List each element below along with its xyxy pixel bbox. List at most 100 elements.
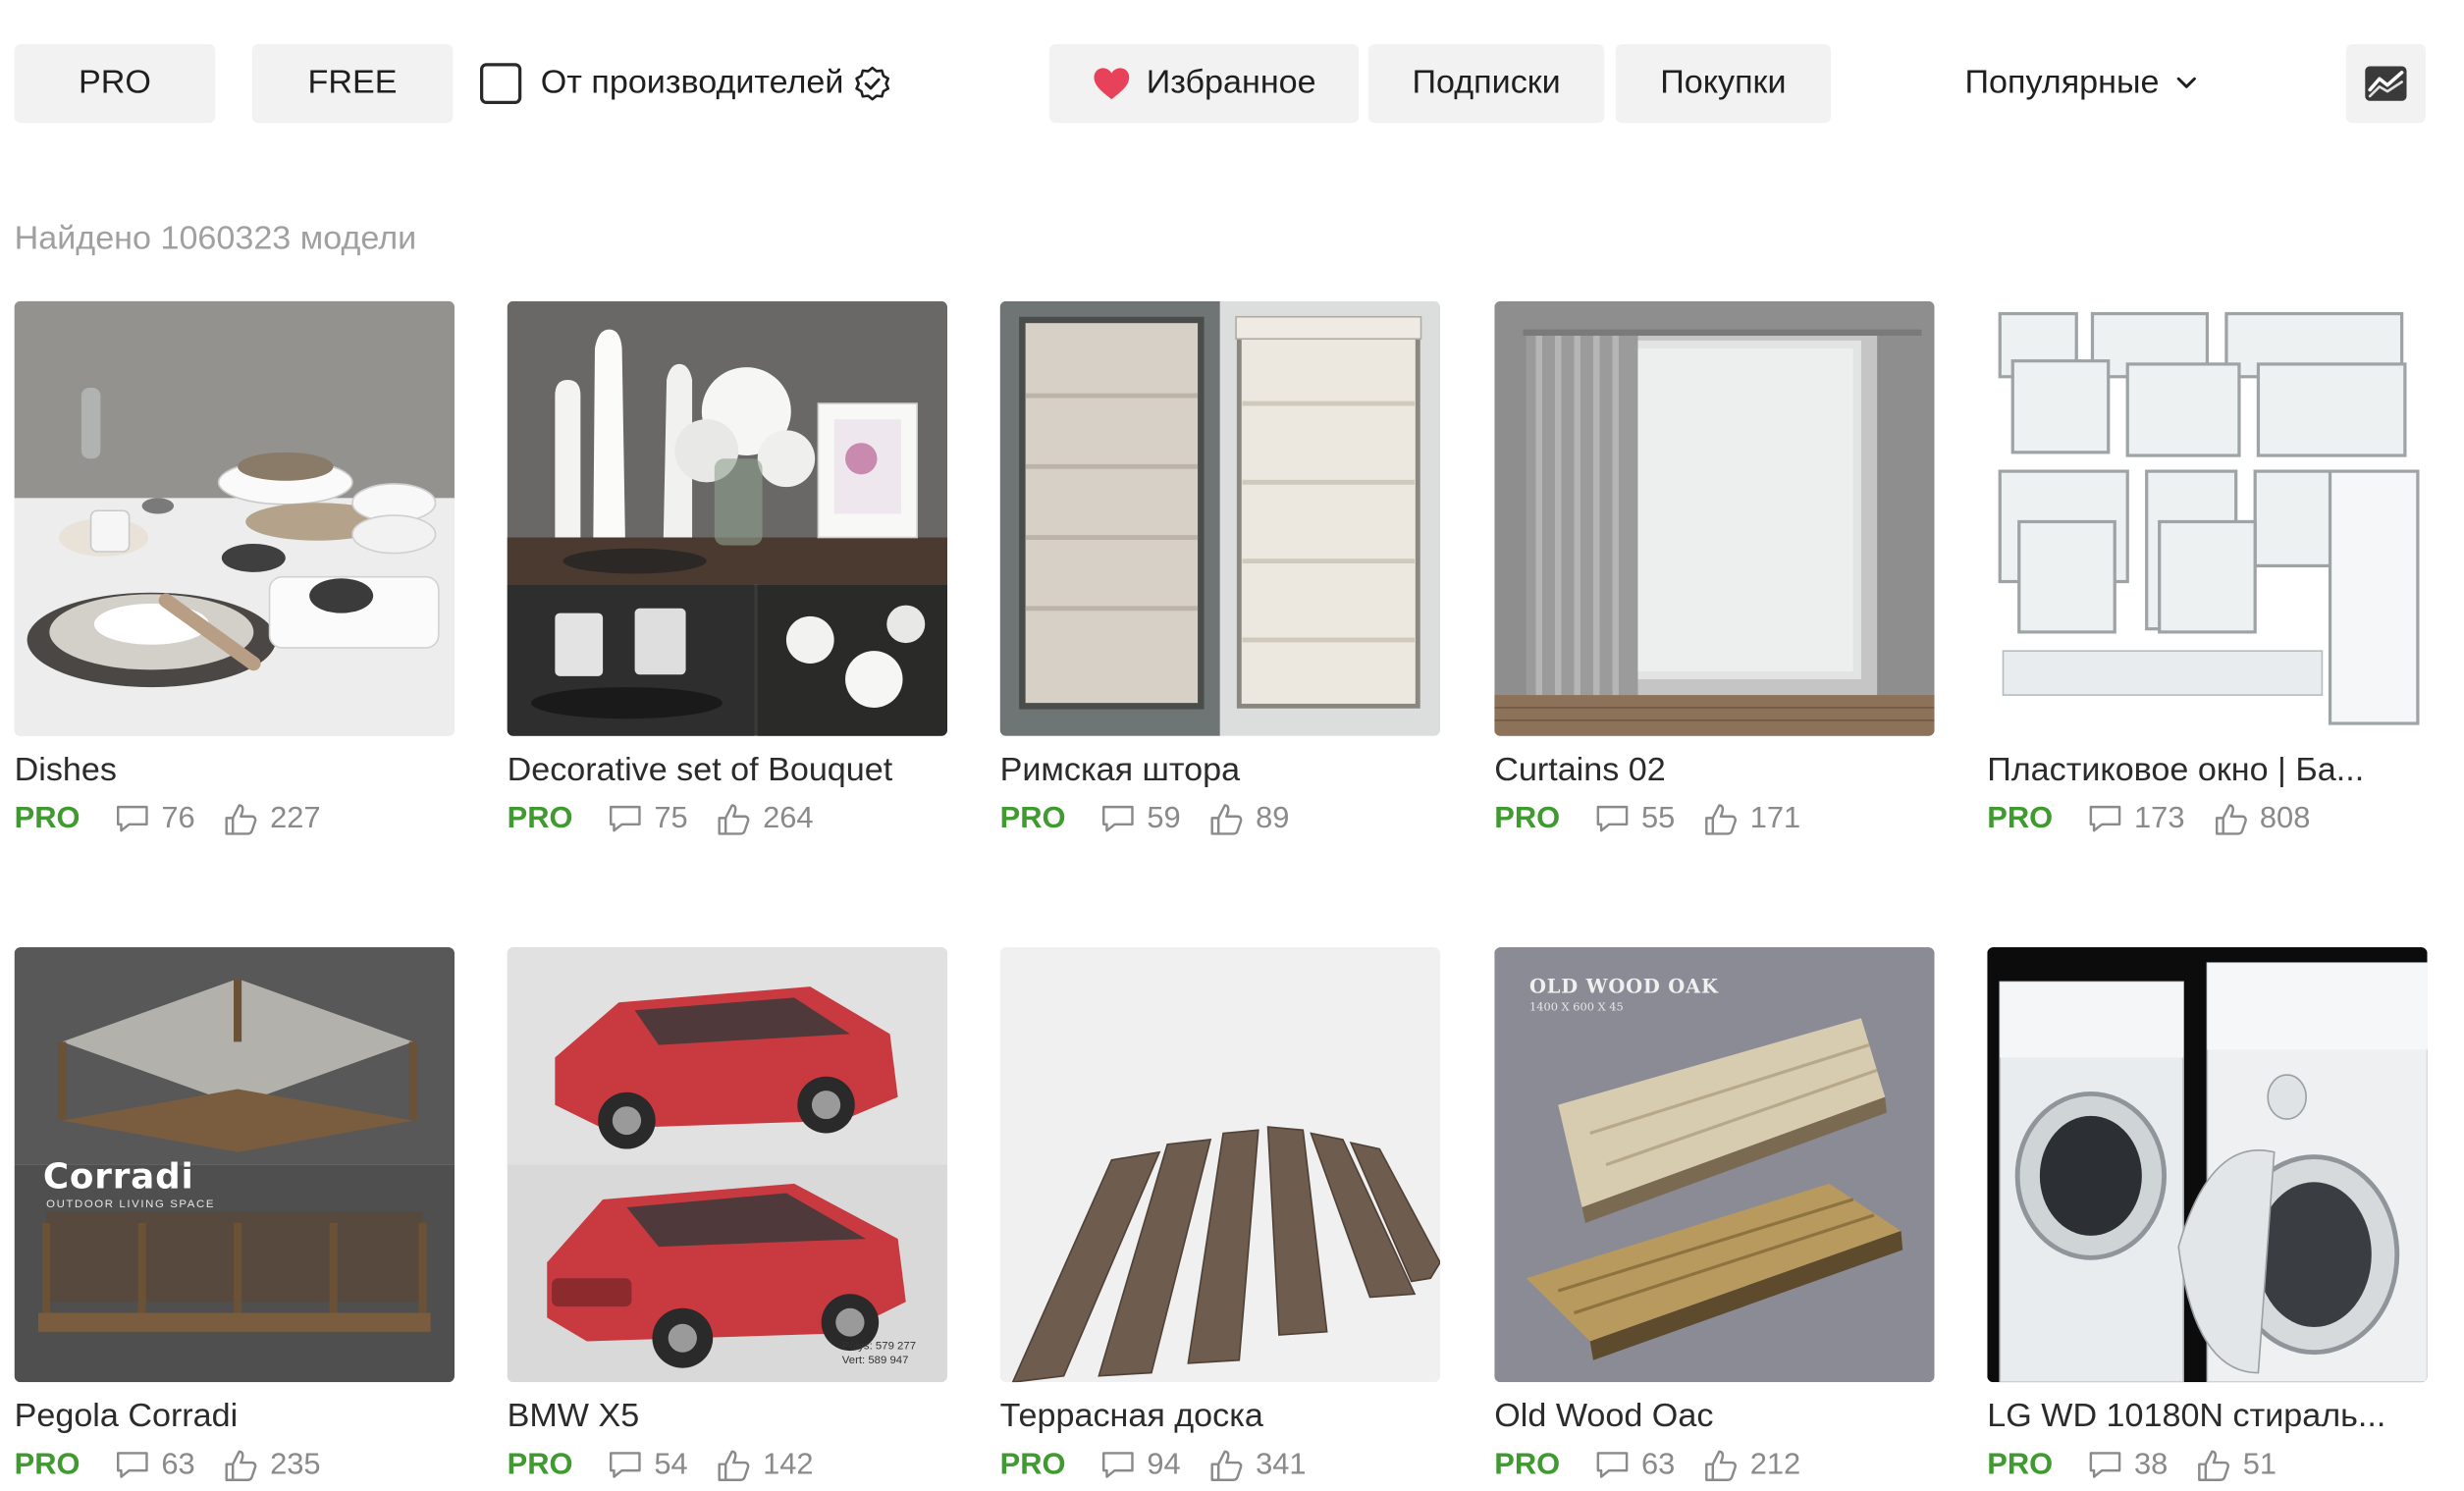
like-icon bbox=[717, 1449, 763, 1483]
model-thumbnail[interactable] bbox=[999, 947, 1441, 1383]
model-card[interactable]: Пластиковое окно | Ба... PRO 173 808 bbox=[1987, 300, 2428, 837]
model-thumbnail[interactable] bbox=[1494, 300, 1935, 736]
model-meta: PRO 55 171 bbox=[1494, 802, 1934, 836]
model-meta: PRO 75 264 bbox=[508, 802, 947, 836]
purchases-label: Покупки bbox=[1660, 64, 1787, 101]
model-thumbnail[interactable]: OLD WOOD OAK 1400 X 600 X 45 bbox=[1494, 947, 1935, 1383]
pro-badge: PRO bbox=[1494, 802, 1561, 836]
model-meta: PRO 63 212 bbox=[1494, 1449, 1934, 1483]
model-title[interactable]: BMW X5 bbox=[508, 1398, 947, 1436]
image-verts-text: Vert: 589 947 bbox=[841, 1355, 909, 1367]
sort-label: Популярные bbox=[1964, 64, 2160, 101]
purchases-button[interactable]: Покупки bbox=[1615, 43, 1832, 124]
pro-badge: PRO bbox=[999, 1448, 1066, 1482]
comment-count: 59 bbox=[1147, 802, 1181, 836]
model-meta: PRO 59 89 bbox=[1000, 802, 1440, 836]
pro-badge: PRO bbox=[14, 802, 80, 836]
pro-badge: PRO bbox=[999, 802, 1066, 836]
comment-count: 55 bbox=[1641, 802, 1676, 836]
like-count: 51 bbox=[2242, 1448, 2277, 1482]
model-title[interactable]: Террасная доска bbox=[1000, 1398, 1440, 1436]
model-thumbnail[interactable] bbox=[1987, 300, 2428, 736]
model-card[interactable]: Римская штора PRO 59 89 bbox=[999, 300, 1441, 837]
catalog-page: PRO FREE От производителей Избранное Под… bbox=[0, 0, 2464, 1491]
image-polys-text: Polys: 579 277 bbox=[841, 1341, 917, 1353]
comment-icon bbox=[115, 1450, 161, 1481]
like-icon bbox=[1704, 802, 1750, 836]
comment-icon bbox=[1595, 1450, 1641, 1481]
model-meta: PRO 94 341 bbox=[1000, 1449, 1440, 1483]
model-title[interactable]: Old Wood Oac bbox=[1494, 1398, 1934, 1436]
image-tagline-text: OUTDOOR LIVING SPACE bbox=[46, 1198, 216, 1211]
comment-count: 94 bbox=[1147, 1448, 1181, 1482]
subscriptions-button[interactable]: Подписки bbox=[1367, 43, 1605, 124]
model-card[interactable]: Curtains 02 PRO 55 171 bbox=[1494, 300, 1935, 837]
image-heading-text: OLD WOOD OAK bbox=[1528, 975, 1719, 998]
statistics-button[interactable] bbox=[2345, 43, 2427, 124]
like-icon bbox=[717, 802, 763, 836]
image-dims-text: 1400 X 600 X 45 bbox=[1528, 1000, 1624, 1014]
model-card[interactable]: Террасная доска PRO 94 341 bbox=[999, 947, 1441, 1483]
comment-count: 76 bbox=[161, 802, 195, 836]
model-card[interactable]: OLD WOOD OAK 1400 X 600 X 45 Old Wood Oa… bbox=[1494, 947, 1935, 1483]
free-filter-label: FREE bbox=[307, 64, 398, 101]
like-icon bbox=[224, 802, 270, 836]
free-filter-button[interactable]: FREE bbox=[251, 43, 454, 124]
like-count: 227 bbox=[270, 802, 321, 836]
model-card[interactable]: Decorative set of Bouquet PRO 75 264 bbox=[507, 300, 948, 837]
model-title[interactable]: Decorative set of Bouquet bbox=[508, 752, 947, 790]
model-card[interactable]: Polys: 579 277 Vert: 589 947 BMW X5 PRO … bbox=[507, 947, 948, 1483]
model-meta: PRO 63 235 bbox=[15, 1449, 455, 1483]
like-icon bbox=[1209, 802, 1256, 836]
chart-icon bbox=[2364, 65, 2408, 103]
chevron-down-icon bbox=[2175, 76, 2198, 91]
comment-count: 173 bbox=[2134, 802, 2185, 836]
results-count: Найдено 1060323 модели bbox=[14, 220, 417, 257]
comment-icon bbox=[1595, 804, 1641, 835]
pro-badge: PRO bbox=[507, 1448, 573, 1482]
comment-icon bbox=[608, 804, 654, 835]
like-count: 89 bbox=[1256, 802, 1290, 836]
favorites-button[interactable]: Избранное bbox=[1048, 43, 1360, 124]
model-thumbnail[interactable] bbox=[507, 300, 948, 736]
like-count: 808 bbox=[2259, 802, 2311, 836]
manufacturers-label: От производителей bbox=[540, 64, 844, 101]
comment-count: 63 bbox=[1641, 1448, 1676, 1482]
model-thumbnail[interactable] bbox=[999, 300, 1441, 736]
model-title[interactable]: Пластиковое окно | Ба... bbox=[1987, 752, 2427, 790]
model-title[interactable]: Dishes bbox=[15, 752, 455, 790]
like-icon bbox=[224, 1449, 270, 1483]
model-thumbnail[interactable] bbox=[14, 300, 455, 736]
model-title[interactable]: Curtains 02 bbox=[1494, 752, 1934, 790]
like-icon bbox=[1209, 1449, 1256, 1483]
model-card[interactable]: Corradi OUTDOOR LIVING SPACE Pegola Corr… bbox=[14, 947, 455, 1483]
comment-icon bbox=[2088, 804, 2134, 835]
model-meta: PRO 76 227 bbox=[15, 802, 455, 836]
pro-badge: PRO bbox=[507, 802, 573, 836]
like-icon bbox=[2214, 802, 2260, 836]
manufacturers-checkbox[interactable] bbox=[480, 63, 522, 104]
model-title[interactable]: LG WD 10180N стираль... bbox=[1987, 1398, 2427, 1436]
sort-dropdown[interactable]: Популярные bbox=[1965, 60, 2198, 107]
model-thumbnail[interactable]: Polys: 579 277 Vert: 589 947 bbox=[507, 947, 948, 1383]
pro-filter-label: PRO bbox=[78, 64, 151, 101]
like-count: 235 bbox=[270, 1448, 321, 1482]
model-title[interactable]: Pegola Corradi bbox=[15, 1398, 455, 1436]
pro-badge: PRO bbox=[14, 1448, 80, 1482]
like-count: 264 bbox=[763, 802, 814, 836]
manufacturers-filter[interactable]: От производителей bbox=[480, 58, 891, 108]
comment-icon bbox=[1100, 804, 1147, 835]
model-title[interactable]: Римская штора bbox=[1000, 752, 1440, 790]
model-card[interactable]: LG WD 10180N стираль... PRO 38 51 bbox=[1987, 947, 2428, 1483]
model-card[interactable]: Dishes PRO 76 227 bbox=[14, 300, 455, 837]
comment-icon bbox=[608, 1450, 654, 1481]
comment-count: 63 bbox=[161, 1448, 195, 1482]
pro-filter-button[interactable]: PRO bbox=[14, 43, 216, 124]
model-meta: PRO 173 808 bbox=[1987, 802, 2427, 836]
model-thumbnail[interactable] bbox=[1987, 947, 2428, 1383]
model-thumbnail[interactable]: Corradi OUTDOOR LIVING SPACE bbox=[14, 947, 455, 1383]
pro-badge: PRO bbox=[1494, 1448, 1561, 1482]
like-count: 171 bbox=[1749, 802, 1801, 836]
like-count: 212 bbox=[1749, 1448, 1801, 1482]
like-icon bbox=[2197, 1449, 2243, 1483]
